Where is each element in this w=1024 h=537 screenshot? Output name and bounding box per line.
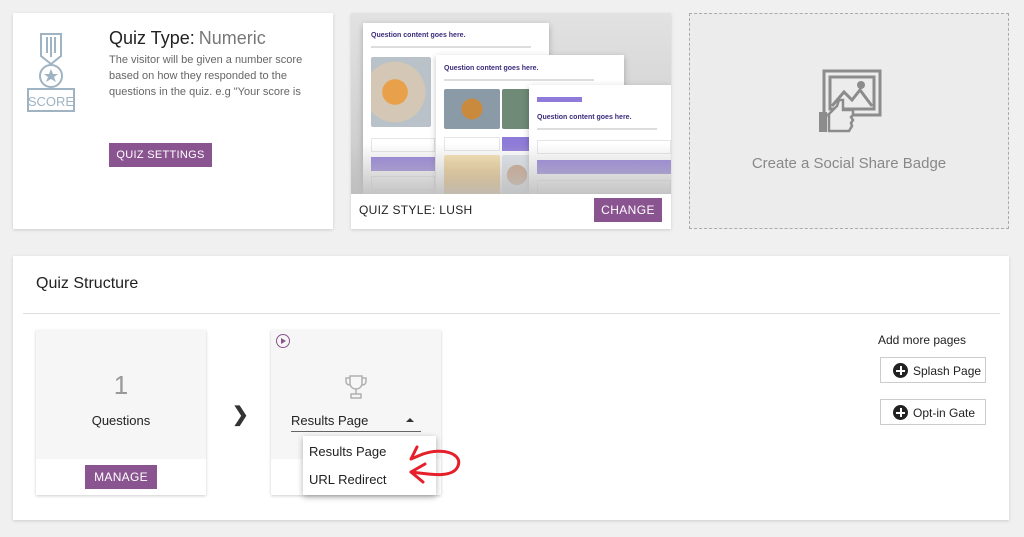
questions-label: Questions bbox=[91, 413, 151, 428]
social-share-badge-card[interactable]: Create a Social Share Badge bbox=[689, 13, 1009, 229]
play-icon[interactable] bbox=[276, 334, 290, 348]
preview-fade bbox=[351, 143, 671, 194]
preview-image bbox=[444, 89, 500, 129]
quiz-style-label: QUIZ STYLE: LUSH bbox=[359, 203, 473, 217]
quiz-style-preview: Question content goes here. Question con… bbox=[351, 13, 671, 194]
questions-count: 1 bbox=[113, 370, 129, 400]
preview-progress-bar bbox=[537, 97, 582, 102]
preview-title-3: Question content goes here. bbox=[537, 114, 632, 121]
social-share-label: Create a Social Share Badge bbox=[751, 155, 947, 172]
manage-questions-button[interactable]: MANAGE bbox=[85, 465, 157, 489]
caret-up-icon bbox=[406, 418, 414, 422]
results-page-select[interactable]: Results Page bbox=[291, 408, 421, 432]
quiz-settings-button[interactable]: QUIZ SETTINGS bbox=[109, 143, 212, 167]
plus-circle-icon bbox=[893, 363, 908, 378]
quiz-type-title: Quiz Type: Numeric bbox=[109, 28, 266, 49]
add-more-pages-label: Add more pages bbox=[878, 333, 967, 347]
quiz-structure-panel: Quiz Structure 1 Questions MANAGE ❯ Resu… bbox=[13, 256, 1009, 520]
preview-title-1: Question content goes here. bbox=[371, 32, 466, 39]
quiz-style-card: Question content goes here. Question con… bbox=[351, 13, 671, 229]
preview-image bbox=[371, 57, 431, 127]
trophy-icon bbox=[345, 375, 367, 399]
quiz-type-label: Quiz Type: bbox=[109, 28, 195, 48]
quiz-structure-title: Quiz Structure bbox=[36, 275, 139, 292]
quiz-type-value: Numeric bbox=[198, 28, 266, 48]
preview-line bbox=[537, 128, 657, 130]
splash-page-label: Splash Page bbox=[913, 364, 982, 378]
preview-title-2: Question content goes here. bbox=[444, 65, 539, 72]
preview-line bbox=[444, 79, 594, 81]
red-arrow-annotation-icon bbox=[409, 445, 461, 484]
chevron-right-icon: ❯ bbox=[232, 404, 249, 426]
preview-line bbox=[371, 46, 531, 48]
plus-circle-icon bbox=[893, 405, 908, 420]
change-style-button[interactable]: CHANGE bbox=[594, 198, 662, 222]
questions-card: 1 Questions MANAGE bbox=[36, 330, 206, 495]
optin-gate-label: Opt-in Gate bbox=[913, 406, 976, 420]
quiz-type-card: SCORE Quiz Type: Numeric The visitor will… bbox=[13, 13, 333, 229]
image-thumbs-up-icon bbox=[819, 69, 882, 133]
divider bbox=[23, 313, 1000, 314]
preview-image bbox=[502, 89, 532, 129]
quiz-type-description: The visitor will be given a number score… bbox=[109, 54, 303, 98]
add-splash-page-button[interactable]: Splash Page bbox=[880, 357, 986, 383]
svg-text:SCORE: SCORE bbox=[28, 94, 75, 109]
results-select-value: Results Page bbox=[291, 413, 369, 428]
score-badge-icon: SCORE bbox=[27, 33, 75, 112]
add-optin-gate-button[interactable]: Opt-in Gate bbox=[880, 399, 986, 425]
